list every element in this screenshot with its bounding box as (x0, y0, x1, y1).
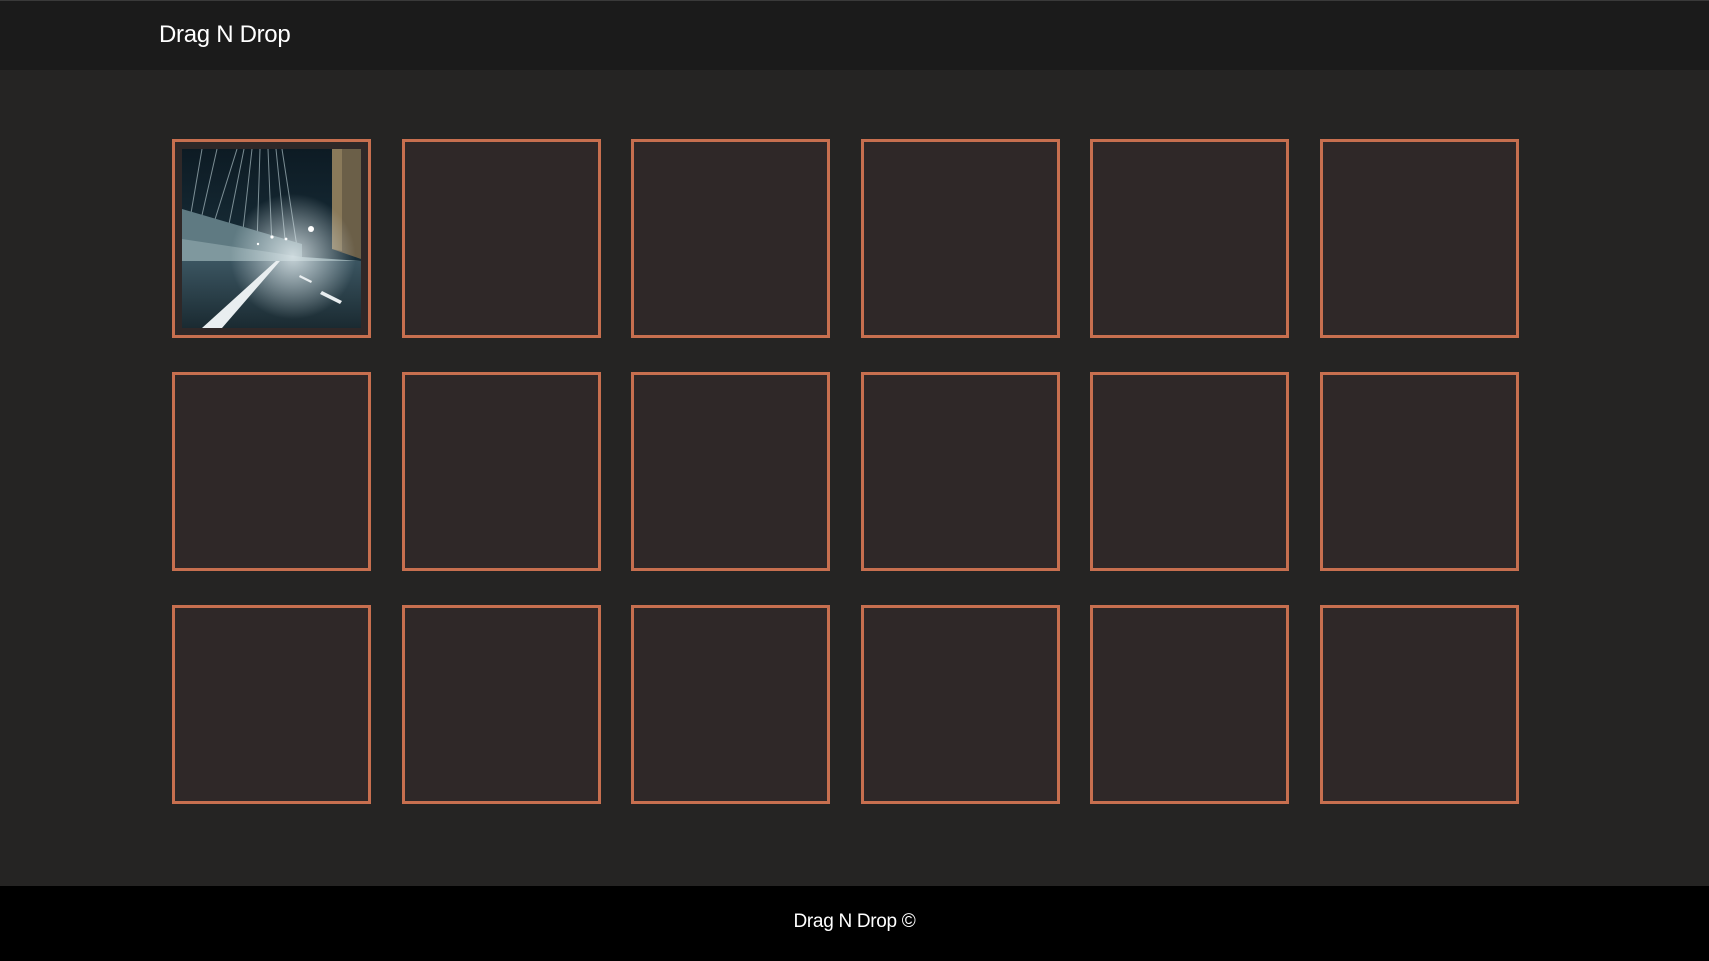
night-road-photo-icon[interactable] (182, 149, 361, 328)
drop-cell[interactable] (860, 605, 1060, 804)
drop-cell[interactable] (631, 372, 830, 571)
drop-cell[interactable] (1319, 139, 1519, 338)
drop-cell[interactable] (860, 139, 1060, 338)
drop-grid (172, 139, 1519, 804)
app-header: Drag N Drop (0, 0, 1709, 70)
drop-cell[interactable] (860, 372, 1060, 571)
drop-cell[interactable] (1319, 372, 1519, 571)
app-title: Drag N Drop (159, 21, 291, 48)
drop-cell[interactable] (172, 139, 371, 338)
drop-cell[interactable] (631, 605, 830, 804)
drop-cell[interactable] (401, 139, 601, 338)
drop-cell[interactable] (1090, 605, 1289, 804)
drop-cell[interactable] (172, 605, 371, 804)
drop-cell[interactable] (401, 605, 601, 804)
drop-cell[interactable] (172, 372, 371, 571)
drop-cell[interactable] (1090, 372, 1289, 571)
drop-cell[interactable] (401, 372, 601, 571)
app-footer: Drag N Drop © (0, 886, 1709, 961)
drop-cell[interactable] (1319, 605, 1519, 804)
drop-cell[interactable] (631, 139, 830, 338)
drop-cell[interactable] (1090, 139, 1289, 338)
footer-copyright: Drag N Drop © (793, 911, 916, 932)
